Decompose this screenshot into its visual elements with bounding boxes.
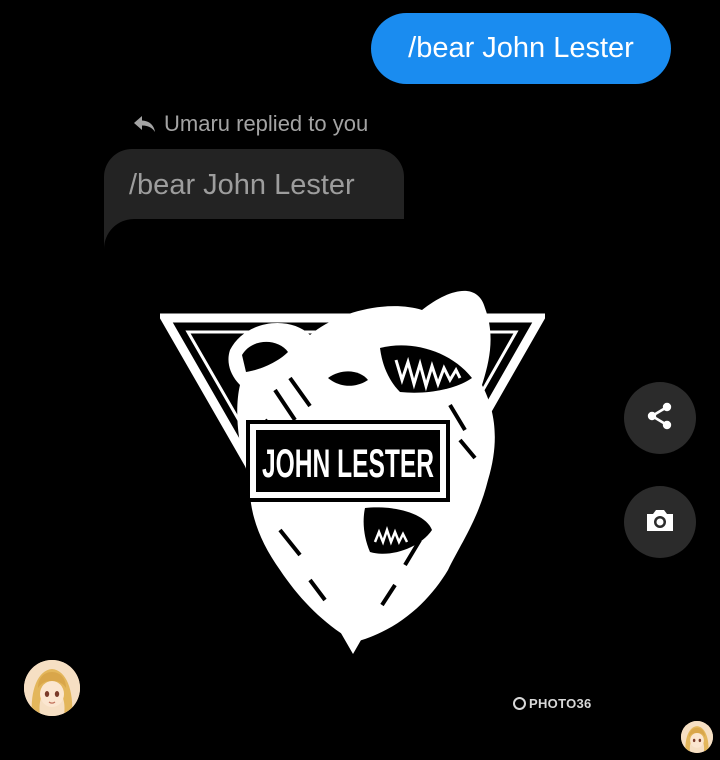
watermark-text: PHOTO36 bbox=[529, 696, 592, 711]
camera-icon bbox=[644, 506, 676, 539]
sent-message-bubble[interactable]: /bear John Lester bbox=[371, 13, 671, 84]
reply-header-text: Umaru replied to you bbox=[164, 111, 369, 136]
photo360-logo-icon bbox=[513, 697, 526, 710]
reply-arrow-icon bbox=[132, 113, 158, 135]
seen-by-avatar bbox=[681, 721, 713, 753]
reply-header: Umaru replied to you bbox=[132, 109, 368, 139]
bear-banner-text: JOHN LESTER bbox=[262, 442, 434, 486]
camera-button[interactable] bbox=[624, 486, 696, 558]
share-icon bbox=[645, 401, 675, 436]
sent-message-text: /bear John Lester bbox=[408, 32, 634, 64]
photo360-watermark: PHOTO36 bbox=[513, 696, 592, 711]
quoted-message-bubble[interactable]: /bear John Lester bbox=[104, 149, 404, 249]
quoted-bubble-notch bbox=[104, 219, 404, 249]
share-button[interactable] bbox=[624, 382, 696, 454]
sender-avatar[interactable] bbox=[24, 660, 80, 716]
quoted-message-text: /bear John Lester bbox=[129, 169, 355, 201]
bear-logo-image[interactable]: JOHN LESTER bbox=[157, 280, 548, 655]
